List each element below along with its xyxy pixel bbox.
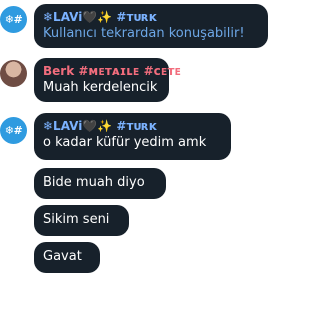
message-bubble[interactable]: ❄LAVi🖤✨ #ᴛᴜʀᴋ o kadar küfür yedim amk	[34, 113, 231, 160]
sender-name[interactable]: ❄LAVi🖤✨ #ᴛᴜʀᴋ	[43, 9, 259, 25]
message-bubble[interactable]: ❄LAVi🖤✨ #ᴛᴜʀᴋ Kullanıcı tekrardan konuşa…	[34, 4, 268, 48]
user-avatar-berk[interactable]	[0, 60, 27, 87]
message-bubble[interactable]: Berk #ᴍᴇᴛᴀɪʟᴇ #ᴄᴇᴛᴇ Muah kerdelencik	[34, 58, 181, 102]
message-text: Kullanıcı tekrardan konuşabilir!	[43, 26, 245, 41]
message-text: o kadar küfür yedim amk	[43, 135, 207, 150]
snowflake-hash-icon: ❄#	[4, 124, 23, 137]
snowflake-hash-icon: ❄#	[4, 13, 23, 26]
message-text: Sikim seni	[43, 212, 110, 227]
sender-name[interactable]: ❄LAVi🖤✨ #ᴛᴜʀᴋ	[43, 118, 222, 134]
message-text: Gavat	[43, 249, 82, 264]
message-bubble[interactable]: Bide muah diyo	[34, 168, 166, 199]
message-text: Bide muah diyo	[43, 175, 145, 190]
message-text: Muah kerdelencik	[43, 80, 158, 95]
message-bubble[interactable]: Gavat	[34, 242, 100, 273]
sender-name[interactable]: Berk #ᴍᴇᴛᴀɪʟᴇ #ᴄᴇᴛᴇ	[43, 63, 181, 79]
user-avatar-lavi[interactable]: ❄#	[0, 6, 27, 33]
user-avatar-lavi-2[interactable]: ❄#	[0, 117, 27, 144]
message-bubble[interactable]: Sikim seni	[34, 205, 129, 236]
